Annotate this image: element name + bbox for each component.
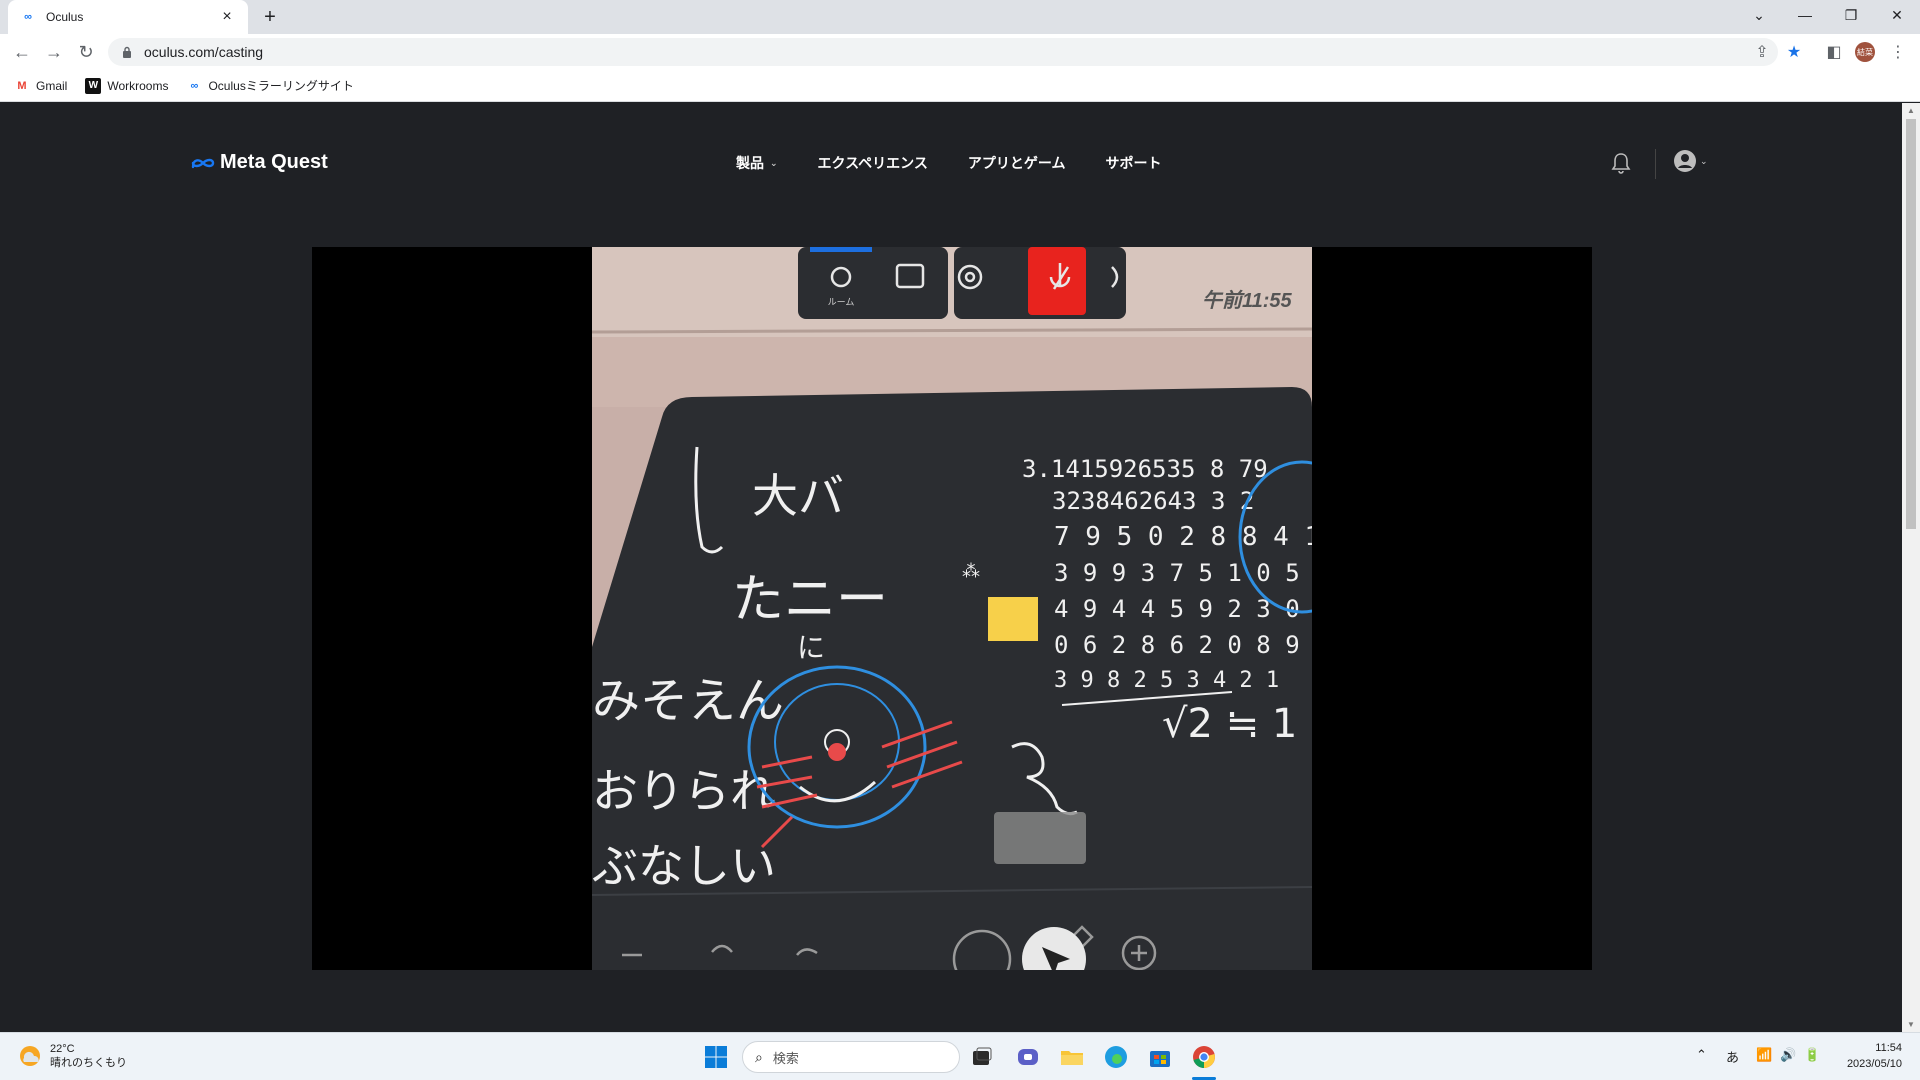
task-view-icon[interactable]	[968, 1043, 996, 1071]
room-label: ルーム	[828, 297, 855, 308]
bookmark-gmail[interactable]: M Gmail	[14, 78, 67, 94]
pi-line-1: 3238462643 3 2	[1052, 487, 1254, 515]
meta-quest-logo[interactable]: Meta Quest	[190, 151, 328, 174]
weather-widget[interactable]: 22°C 晴れのちくもり	[18, 1042, 127, 1070]
taskbar-search[interactable]: ⌕ 検索	[742, 1041, 960, 1073]
lock-icon	[123, 46, 131, 58]
wifi-icon[interactable]: 📶	[1756, 1047, 1772, 1063]
meta-favicon-icon: ∞	[24, 11, 32, 23]
page-scrollbar[interactable]: ▲ ▼	[1902, 103, 1920, 1032]
bookmark-star-icon[interactable]: ★	[1782, 40, 1806, 64]
gmail-icon: M	[17, 79, 27, 92]
overlay-time: 午前11:55	[1202, 289, 1293, 312]
bookmarks-bar: M Gmail W Workrooms ∞ Oculusミラーリングサイト	[0, 70, 1920, 102]
weather-desc: 晴れのちくもり	[50, 1057, 127, 1069]
address-bar[interactable]: oculus.com/casting	[108, 38, 1778, 66]
tab-search-chevron-icon[interactable]: ⌄	[1736, 0, 1782, 30]
board-text-1: たニー	[732, 570, 888, 630]
windows-taskbar: 22°C 晴れのちくもり ⌕ 検索 ⌃ あ 📶 🔊 🔋 11:54 2023/0…	[0, 1032, 1920, 1080]
close-window-button[interactable]: ✕	[1874, 0, 1920, 30]
casting-video[interactable]: ルーム 午前11:55 3.1415926535 8 79 3238462643…	[312, 247, 1592, 970]
nav-label: アプリとゲーム	[967, 155, 1066, 171]
profile-avatar[interactable]: 結菜	[1855, 42, 1875, 62]
taskbar-clock[interactable]: 11:54 2023/05/10	[1830, 1040, 1902, 1072]
vr-scene: ルーム 午前11:55 3.1415926535 8 79 3238462643…	[592, 247, 1312, 970]
nav-products[interactable]: 製品 ⌄	[736, 153, 778, 173]
notification-bell-icon[interactable]	[1610, 151, 1632, 175]
nav-support[interactable]: サポート	[1105, 153, 1161, 173]
pi-line-5: 0 6 2 8 6 2 0 8 9 9 8	[1054, 631, 1312, 659]
bookmark-workrooms[interactable]: W Workrooms	[85, 77, 169, 94]
board-text-4: おりられ	[592, 764, 776, 818]
edge-browser-icon[interactable]	[1102, 1043, 1130, 1071]
windows-start-icon[interactable]	[704, 1045, 728, 1069]
search-icon: ⌕	[755, 1048, 763, 1065]
pi-line-3: 3 9 9 3 7 5 1 0 5 8 2 0	[1054, 559, 1312, 587]
site-header: Meta Quest 製品 ⌄ エクスペリエンス アプリとゲーム サポート ⌄	[0, 103, 1902, 223]
new-tab-button[interactable]: +	[258, 5, 282, 29]
svg-text:⁂: ⁂	[962, 561, 980, 582]
pi-line-6: 3 9 8 2 5 3 4 2 1	[1054, 668, 1279, 693]
casting-feed: ルーム 午前11:55 3.1415926535 8 79 3238462643…	[592, 247, 1312, 970]
file-explorer-icon[interactable]	[1058, 1043, 1086, 1071]
pi-line-0: 3.1415926535 8 79	[1022, 455, 1268, 483]
reload-icon[interactable]: ↻	[74, 40, 98, 64]
board-text-0: 大バ	[752, 469, 844, 523]
pi-line-2: 7 9 5 0 2 8 8 4 1 9 7 1	[1054, 522, 1312, 552]
sticky-note	[988, 597, 1038, 641]
account-avatar-icon	[1674, 150, 1696, 172]
scroll-down-arrow-icon[interactable]: ▼	[1907, 1020, 1915, 1029]
url-text: oculus.com/casting	[144, 44, 264, 60]
bookmark-label: Gmail	[36, 78, 68, 93]
volume-icon[interactable]: 🔊	[1780, 1047, 1796, 1063]
chrome-icon[interactable]	[1190, 1043, 1218, 1071]
nav-label: エクスペリエンス	[817, 155, 928, 171]
nav-label: サポート	[1105, 155, 1162, 171]
account-menu[interactable]: ⌄	[1673, 149, 1708, 173]
browser-toolbar: ← → ↻ oculus.com/casting ⇪ ★ ◧ 結菜 ⋮	[0, 34, 1920, 70]
battery-icon[interactable]: 🔋	[1804, 1047, 1820, 1063]
tab-close-icon[interactable]: ×	[218, 8, 236, 26]
pi-line-4: 4 9 4 4 5 9 2 3 0 7 8	[1054, 595, 1312, 623]
board-text-6: √2 ≒ 1	[1162, 701, 1297, 747]
tray-overflow-chevron-icon[interactable]: ⌃	[1696, 1047, 1707, 1063]
browser-tab[interactable]: ∞ Oculus ×	[8, 0, 248, 34]
share-icon[interactable]: ⇪	[1750, 40, 1774, 64]
bookmark-label: Workrooms	[107, 78, 169, 93]
tab-title: Oculus	[46, 10, 84, 24]
chevron-down-icon: ⌄	[1700, 155, 1708, 166]
weather-sun-cloud-icon	[20, 1046, 40, 1066]
side-panel-icon[interactable]: ◧	[1822, 40, 1846, 64]
tab-strip: ∞ Oculus × + ⌄ — ❐ ✕	[0, 0, 1920, 34]
workrooms-icon: W	[85, 77, 102, 94]
minimize-button[interactable]: —	[1782, 0, 1828, 30]
meta-icon: ∞	[190, 79, 199, 92]
brand-name: Meta Quest	[220, 151, 328, 173]
restore-button[interactable]: ❐	[1828, 0, 1874, 30]
ms-store-icon[interactable]	[1146, 1043, 1174, 1071]
meta-infinity-icon	[191, 158, 215, 168]
bookmark-oculus-mirroring[interactable]: ∞ Oculusミラーリングサイト	[186, 77, 354, 94]
header-divider	[1655, 149, 1656, 179]
forward-arrow-icon[interactable]: →	[42, 40, 66, 64]
scrollbar-thumb[interactable]	[1906, 119, 1916, 529]
bookmark-label: Oculusミラーリングサイト	[208, 79, 354, 93]
search-placeholder: 検索	[772, 1050, 799, 1066]
ime-indicator[interactable]: あ	[1726, 1047, 1739, 1066]
page-content: Meta Quest 製品 ⌄ エクスペリエンス アプリとゲーム サポート ⌄	[0, 103, 1902, 1032]
weather-temp: 22°C	[50, 1043, 75, 1055]
nav-experiences[interactable]: エクスペリエンス	[818, 153, 928, 173]
menu-dots-icon[interactable]: ⋮	[1886, 40, 1910, 64]
back-arrow-icon[interactable]: ←	[10, 40, 34, 64]
clock-date: 2023/05/10	[1846, 1058, 1902, 1070]
chevron-down-icon: ⌄	[770, 157, 778, 168]
scroll-up-arrow-icon[interactable]: ▲	[1907, 106, 1915, 115]
nav-label: 製品	[736, 155, 764, 171]
nav-apps-games[interactable]: アプリとゲーム	[968, 153, 1066, 173]
main-nav: 製品 ⌄ エクスペリエンス アプリとゲーム サポート	[736, 153, 1201, 173]
board-text-2: に	[797, 631, 825, 664]
clock-time: 11:54	[1875, 1042, 1902, 1054]
teams-chat-icon[interactable]	[1014, 1043, 1042, 1071]
board-text-5: ぶなしい	[592, 839, 776, 893]
